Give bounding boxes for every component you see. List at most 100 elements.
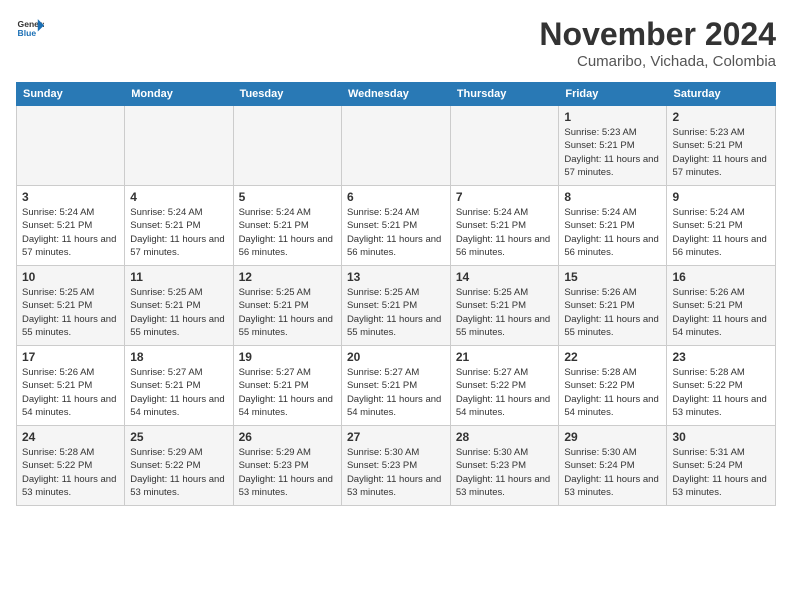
day-number: 3 bbox=[22, 190, 119, 204]
calendar-cell: 23 Sunrise: 5:28 AMSunset: 5:22 PMDayligh… bbox=[667, 346, 776, 426]
day-number: 25 bbox=[130, 430, 227, 444]
calendar-cell bbox=[341, 106, 450, 186]
day-info: Sunrise: 5:23 AMSunset: 5:21 PMDaylight:… bbox=[672, 126, 770, 179]
calendar-cell: 3Sunrise: 5:24 AMSunset: 5:21 PMDaylight… bbox=[17, 186, 125, 266]
calendar-cell: 17 Sunrise: 5:26 AMSunset: 5:21 PMDayligh… bbox=[17, 346, 125, 426]
weekday-header-thursday: Thursday bbox=[450, 83, 559, 106]
day-info: Sunrise: 5:29 AMSunset: 5:23 PMDaylight:… bbox=[239, 446, 336, 499]
calendar-cell: 11Sunrise: 5:25 AMSunset: 5:21 PMDayligh… bbox=[125, 266, 233, 346]
day-info: Sunrise: 5:24 AMSunset: 5:21 PMDaylight:… bbox=[239, 206, 336, 259]
calendar-cell: 10 Sunrise: 5:25 AMSunset: 5:21 PMDayligh… bbox=[17, 266, 125, 346]
day-info: Sunrise: 5:28 AMSunset: 5:22 PMDaylight:… bbox=[672, 366, 770, 419]
day-number: 8 bbox=[564, 190, 661, 204]
day-number: 26 bbox=[239, 430, 336, 444]
svg-text:Blue: Blue bbox=[18, 28, 37, 38]
day-info: Sunrise: 5:27 AMSunset: 5:21 PMDaylight:… bbox=[130, 366, 227, 419]
day-number: 23 bbox=[672, 350, 770, 364]
calendar-cell: 15 Sunrise: 5:26 AMSunset: 5:21 PMDayligh… bbox=[559, 266, 667, 346]
day-number: 12 bbox=[239, 270, 336, 284]
day-info: Sunrise: 5:27 AMSunset: 5:21 PMDaylight:… bbox=[239, 366, 336, 419]
calendar-cell: 26 Sunrise: 5:29 AMSunset: 5:23 PMDayligh… bbox=[233, 426, 341, 506]
day-number: 29 bbox=[564, 430, 661, 444]
title-area: November 2024 Cumaribo, Vichada, Colombi… bbox=[539, 16, 776, 70]
day-number: 10 bbox=[22, 270, 119, 284]
day-info: Sunrise: 5:27 AMSunset: 5:22 PMDaylight:… bbox=[456, 366, 554, 419]
day-info: Sunrise: 5:24 AMSunset: 5:21 PMDaylight:… bbox=[456, 206, 554, 259]
calendar-cell: 24 Sunrise: 5:28 AMSunset: 5:22 PMDayligh… bbox=[17, 426, 125, 506]
weekday-header-friday: Friday bbox=[559, 83, 667, 106]
calendar-cell bbox=[125, 106, 233, 186]
day-info: Sunrise: 5:24 AMSunset: 5:21 PMDaylight:… bbox=[130, 206, 227, 259]
calendar-cell: 21 Sunrise: 5:27 AMSunset: 5:22 PMDayligh… bbox=[450, 346, 559, 426]
day-number: 15 bbox=[564, 270, 661, 284]
calendar-week-row: 17 Sunrise: 5:26 AMSunset: 5:21 PMDayligh… bbox=[17, 346, 776, 426]
day-number: 4 bbox=[130, 190, 227, 204]
calendar-cell: 22 Sunrise: 5:28 AMSunset: 5:22 PMDayligh… bbox=[559, 346, 667, 426]
calendar-cell: 12 Sunrise: 5:25 AMSunset: 5:21 PMDayligh… bbox=[233, 266, 341, 346]
day-info: Sunrise: 5:28 AMSunset: 5:22 PMDaylight:… bbox=[22, 446, 119, 499]
day-info: Sunrise: 5:23 AMSunset: 5:21 PMDaylight:… bbox=[564, 126, 661, 179]
calendar-week-row: 24 Sunrise: 5:28 AMSunset: 5:22 PMDayligh… bbox=[17, 426, 776, 506]
day-info: Sunrise: 5:26 AMSunset: 5:21 PMDaylight:… bbox=[564, 286, 661, 339]
day-info: Sunrise: 5:25 AMSunset: 5:21 PMDaylight:… bbox=[456, 286, 554, 339]
day-number: 17 bbox=[22, 350, 119, 364]
day-number: 24 bbox=[22, 430, 119, 444]
day-info: Sunrise: 5:29 AMSunset: 5:22 PMDaylight:… bbox=[130, 446, 227, 499]
calendar-cell: 25 Sunrise: 5:29 AMSunset: 5:22 PMDayligh… bbox=[125, 426, 233, 506]
calendar-week-row: 1Sunrise: 5:23 AMSunset: 5:21 PMDaylight… bbox=[17, 106, 776, 186]
day-info: Sunrise: 5:30 AMSunset: 5:23 PMDaylight:… bbox=[347, 446, 445, 499]
weekday-header-saturday: Saturday bbox=[667, 83, 776, 106]
day-info: Sunrise: 5:26 AMSunset: 5:21 PMDaylight:… bbox=[672, 286, 770, 339]
calendar-cell: 28Sunrise: 5:30 AMSunset: 5:23 PMDayligh… bbox=[450, 426, 559, 506]
calendar-cell: 27 Sunrise: 5:30 AMSunset: 5:23 PMDayligh… bbox=[341, 426, 450, 506]
day-number: 11 bbox=[130, 270, 227, 284]
weekday-header-sunday: Sunday bbox=[17, 83, 125, 106]
calendar-cell bbox=[233, 106, 341, 186]
calendar-cell: 9 Sunrise: 5:24 AMSunset: 5:21 PMDaylight… bbox=[667, 186, 776, 266]
calendar-cell: 13Sunrise: 5:25 AMSunset: 5:21 PMDayligh… bbox=[341, 266, 450, 346]
calendar-table: SundayMondayTuesdayWednesdayThursdayFrid… bbox=[16, 82, 776, 506]
weekday-header-wednesday: Wednesday bbox=[341, 83, 450, 106]
day-info: Sunrise: 5:24 AMSunset: 5:21 PMDaylight:… bbox=[672, 206, 770, 259]
calendar-week-row: 10 Sunrise: 5:25 AMSunset: 5:21 PMDayligh… bbox=[17, 266, 776, 346]
day-number: 18 bbox=[130, 350, 227, 364]
calendar-cell: 14Sunrise: 5:25 AMSunset: 5:21 PMDayligh… bbox=[450, 266, 559, 346]
weekday-header-row: SundayMondayTuesdayWednesdayThursdayFrid… bbox=[17, 83, 776, 106]
day-number: 21 bbox=[456, 350, 554, 364]
day-info: Sunrise: 5:26 AMSunset: 5:21 PMDaylight:… bbox=[22, 366, 119, 419]
day-number: 2 bbox=[672, 110, 770, 124]
day-number: 9 bbox=[672, 190, 770, 204]
calendar-cell: 2 Sunrise: 5:23 AMSunset: 5:21 PMDaylight… bbox=[667, 106, 776, 186]
day-info: Sunrise: 5:25 AMSunset: 5:21 PMDaylight:… bbox=[239, 286, 336, 339]
day-number: 27 bbox=[347, 430, 445, 444]
calendar-week-row: 3 Sunrise: 5:24 AMSunset: 5:21 PMDaylight… bbox=[17, 186, 776, 266]
day-info: Sunrise: 5:24 AMSunset: 5:21 PMDaylight:… bbox=[347, 206, 445, 259]
calendar-cell: 30 Sunrise: 5:31 AMSunset: 5:24 PMDayligh… bbox=[667, 426, 776, 506]
day-number: 22 bbox=[564, 350, 661, 364]
calendar-cell: 7 Sunrise: 5:24 AMSunset: 5:21 PMDaylight… bbox=[450, 186, 559, 266]
day-number: 20 bbox=[347, 350, 445, 364]
day-number: 13 bbox=[347, 270, 445, 284]
header: General Blue November 2024 Cumaribo, Vic… bbox=[16, 16, 776, 70]
day-number: 5 bbox=[239, 190, 336, 204]
day-info: Sunrise: 5:30 AMSunset: 5:24 PMDaylight:… bbox=[564, 446, 661, 499]
location-title: Cumaribo, Vichada, Colombia bbox=[539, 53, 776, 70]
calendar-cell: 6Sunrise: 5:24 AMSunset: 5:21 PMDaylight… bbox=[341, 186, 450, 266]
day-number: 7 bbox=[456, 190, 554, 204]
calendar-cell: 8Sunrise: 5:24 AMSunset: 5:21 PMDaylight… bbox=[559, 186, 667, 266]
weekday-header-monday: Monday bbox=[125, 83, 233, 106]
calendar-cell bbox=[17, 106, 125, 186]
calendar-cell: 29 Sunrise: 5:30 AMSunset: 5:24 PMDayligh… bbox=[559, 426, 667, 506]
day-info: Sunrise: 5:28 AMSunset: 5:22 PMDaylight:… bbox=[564, 366, 661, 419]
calendar-cell: 20 Sunrise: 5:27 AMSunset: 5:21 PMDayligh… bbox=[341, 346, 450, 426]
day-info: Sunrise: 5:31 AMSunset: 5:24 PMDaylight:… bbox=[672, 446, 770, 499]
calendar-cell: 1Sunrise: 5:23 AMSunset: 5:21 PMDaylight… bbox=[559, 106, 667, 186]
calendar-cell: 4 Sunrise: 5:24 AMSunset: 5:21 PMDaylight… bbox=[125, 186, 233, 266]
calendar-cell: 18 Sunrise: 5:27 AMSunset: 5:21 PMDayligh… bbox=[125, 346, 233, 426]
day-info: Sunrise: 5:27 AMSunset: 5:21 PMDaylight:… bbox=[347, 366, 445, 419]
logo-icon: General Blue bbox=[16, 16, 44, 44]
day-info: Sunrise: 5:25 AMSunset: 5:21 PMDaylight:… bbox=[22, 286, 119, 339]
logo: General Blue bbox=[16, 16, 44, 44]
day-number: 30 bbox=[672, 430, 770, 444]
calendar-cell: 19Sunrise: 5:27 AMSunset: 5:21 PMDayligh… bbox=[233, 346, 341, 426]
